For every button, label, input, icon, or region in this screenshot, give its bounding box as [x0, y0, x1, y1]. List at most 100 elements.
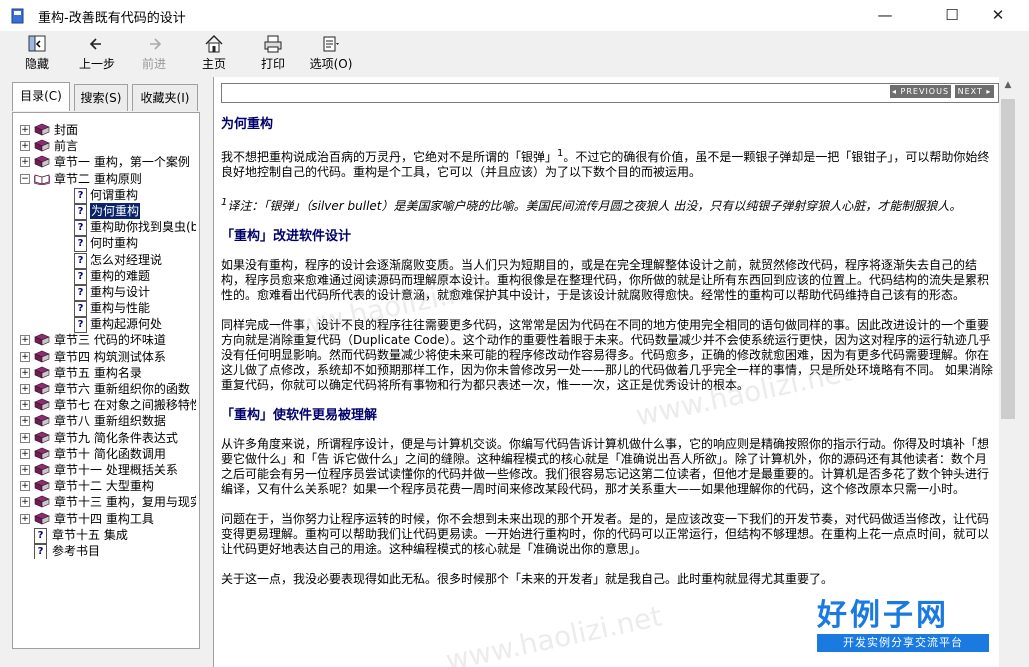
vertical-scrollbar[interactable]: ▲: [999, 77, 1017, 667]
tree-item[interactable]: + 章节七 在对象之间搬移特性: [20, 397, 196, 413]
tree-item-label: 章节十三 重构，复用与现实: [54, 495, 196, 510]
tree-item[interactable]: + 章节六 重新组织你的函数: [20, 381, 196, 397]
tree-item[interactable]: ? 参考书目: [20, 543, 196, 560]
book-icon: [34, 398, 50, 411]
expand-icon[interactable]: +: [20, 157, 30, 168]
home-button[interactable]: 主页: [199, 33, 229, 73]
tree-item[interactable]: + 章节三 代码的坏味道: [20, 332, 196, 348]
tree-item[interactable]: + 章节九 简化条件表达式: [20, 430, 196, 446]
expand-icon[interactable]: +: [20, 513, 30, 524]
expand-icon[interactable]: +: [20, 125, 30, 135]
tree-item-label: 何时重构: [90, 236, 139, 251]
book-icon: [34, 447, 50, 460]
expand-icon[interactable]: +: [20, 464, 30, 475]
tree-item[interactable]: − 章节二 重构原则: [20, 171, 196, 187]
expand-icon[interactable]: +: [20, 400, 30, 411]
tree-item[interactable]: ? 章节十五 集成: [20, 527, 196, 544]
help-book-icon: [11, 8, 24, 24]
tree-item-label: 重构与性能: [90, 301, 151, 316]
print-button[interactable]: 打印: [258, 33, 288, 73]
expand-icon[interactable]: +: [20, 432, 30, 443]
topic-header: ◂ PREVIOUS NEXT ▸: [214, 77, 1000, 107]
collapse-icon[interactable]: −: [20, 173, 30, 184]
tree-item[interactable]: + 章节十二 大型重构: [20, 478, 196, 494]
tree-item-label: 章节六 重新组织你的函数: [54, 382, 190, 396]
book-icon: [34, 463, 50, 476]
tree-item[interactable]: ?重构助你找到臭虫(bugs): [20, 219, 196, 237]
book-icon: [34, 512, 50, 524]
scroll-up-icon[interactable]: ▲: [999, 77, 1017, 94]
options-button[interactable]: 选项(O): [308, 33, 354, 73]
tab-search[interactable]: 搜索(S): [74, 84, 128, 111]
footnote: 1译注：「银弹」（silver bullet）是美国家喻户晓的比喻。美国民间流传…: [221, 197, 962, 213]
tree-item-label: 章节二 重构原则: [54, 171, 142, 186]
book-icon: [34, 415, 50, 427]
minimize-button[interactable]: —: [862, 0, 908, 31]
book-icon: [34, 123, 50, 136]
open-book-icon: [34, 174, 50, 185]
tree-item[interactable]: ? 为何重构: [20, 202, 196, 220]
paragraph: 如果没有重构，程序的设计会逐渐腐败变质。当人们只为短期目的，或是在完全理解整体设…: [221, 258, 990, 302]
topic-pane: ◂ PREVIOUS NEXT ▸ 为何重构 我不想把重构说成治百病的万灵丹，它…: [213, 77, 1000, 667]
tree-item[interactable]: + 章节十三 重构，复用与现实: [20, 494, 196, 510]
close-button[interactable]: ✕: [975, 0, 1021, 31]
tree-item[interactable]: + 章节四 构筑测试体系: [20, 349, 196, 365]
scroll-thumb[interactable]: [1001, 99, 1015, 419]
tree-item[interactable]: + 章节一 重构，第一个案例: [20, 154, 196, 170]
expand-icon[interactable]: +: [20, 384, 30, 394]
tree-item[interactable]: + 章节十一 处理概括关系: [20, 462, 196, 478]
topic-body: 为何重构 我不想把重构说成治百病的万灵丹，它绝对不是所谓的「银弹」1。不过它的确…: [221, 117, 997, 602]
tree-item[interactable]: ? 重构与性能: [20, 300, 196, 318]
tree-item[interactable]: + 章节八 重新组织数据: [20, 413, 196, 429]
help-page-icon: ?: [74, 317, 87, 334]
expand-icon[interactable]: +: [20, 141, 30, 152]
tree-item[interactable]: ? 何谓重构: [20, 187, 196, 204]
tree-item[interactable]: + 封面: [20, 122, 196, 138]
expand-icon[interactable]: +: [20, 335, 30, 346]
tree-item[interactable]: ? 何时重构: [20, 235, 196, 253]
paragraph: 从许多角度来说，所谓程序设计，便是与计算机交谈。你编写代码告诉计算机做什么事，它…: [221, 437, 990, 496]
back-arrow-icon: [89, 38, 101, 50]
expand-icon[interactable]: +: [20, 416, 30, 427]
forward-button[interactable]: 前进: [137, 33, 171, 73]
previous-button[interactable]: ◂ PREVIOUS: [890, 85, 951, 98]
tree-item-label: 重构的难题: [90, 268, 151, 283]
maximize-button[interactable]: ☐: [929, 0, 975, 31]
expand-icon[interactable]: +: [20, 367, 30, 378]
tree-item[interactable]: + 章节十 简化函数调用: [20, 446, 196, 462]
tree-item[interactable]: + 章节五 重构名录: [20, 365, 196, 381]
tree-item-label: 重构起源何处: [90, 317, 163, 332]
help-page-icon: ?: [34, 543, 47, 560]
expand-icon[interactable]: +: [20, 497, 30, 508]
tree-item[interactable]: ? 重构的难题: [20, 268, 196, 285]
back-button[interactable]: 上一步: [76, 33, 118, 73]
tree-item-label: 章节十二 大型重构: [54, 479, 154, 494]
tab-favorites[interactable]: 收藏夹(I): [132, 84, 198, 111]
tree-item[interactable]: ? 重构起源何处: [20, 316, 196, 334]
help-page-icon: ?: [74, 268, 87, 285]
tree-item[interactable]: ? 怎么对经理说: [20, 252, 196, 269]
next-button[interactable]: NEXT ▸: [955, 85, 994, 98]
expand-icon[interactable]: +: [20, 351, 30, 362]
expand-icon[interactable]: +: [20, 481, 30, 492]
tree-item-label: 章节三 代码的坏味道: [54, 333, 166, 348]
help-page-icon: ?: [74, 284, 87, 301]
tree-item[interactable]: + 章节十四 重构工具: [20, 511, 196, 527]
paragraph: 关于这一点，我没必要表现得如此无私。很多时候那个「未来的开发者」就是我自己。此时…: [221, 572, 834, 586]
tree-item-label: 封面: [54, 123, 79, 137]
section-heading: 「重构」使软件更易被理解: [221, 408, 378, 423]
tree-item[interactable]: ? 重构与设计: [20, 284, 196, 301]
tab-contents[interactable]: 目录(C): [12, 82, 70, 111]
book-icon: [34, 156, 50, 168]
hide-pane-icon: [28, 35, 46, 52]
options-label: 选项(O): [309, 57, 353, 71]
tree-item-label: 章节八 重新组织数据: [54, 414, 166, 429]
help-page-icon: ?: [74, 203, 87, 220]
forward-arrow-icon: [150, 38, 162, 50]
book-icon: [34, 431, 50, 444]
book-icon: [34, 139, 50, 152]
help-page-icon: ?: [74, 187, 87, 204]
tree-item[interactable]: + 前言: [20, 138, 196, 154]
expand-icon[interactable]: +: [20, 448, 30, 459]
hide-button[interactable]: 隐藏: [20, 33, 54, 73]
